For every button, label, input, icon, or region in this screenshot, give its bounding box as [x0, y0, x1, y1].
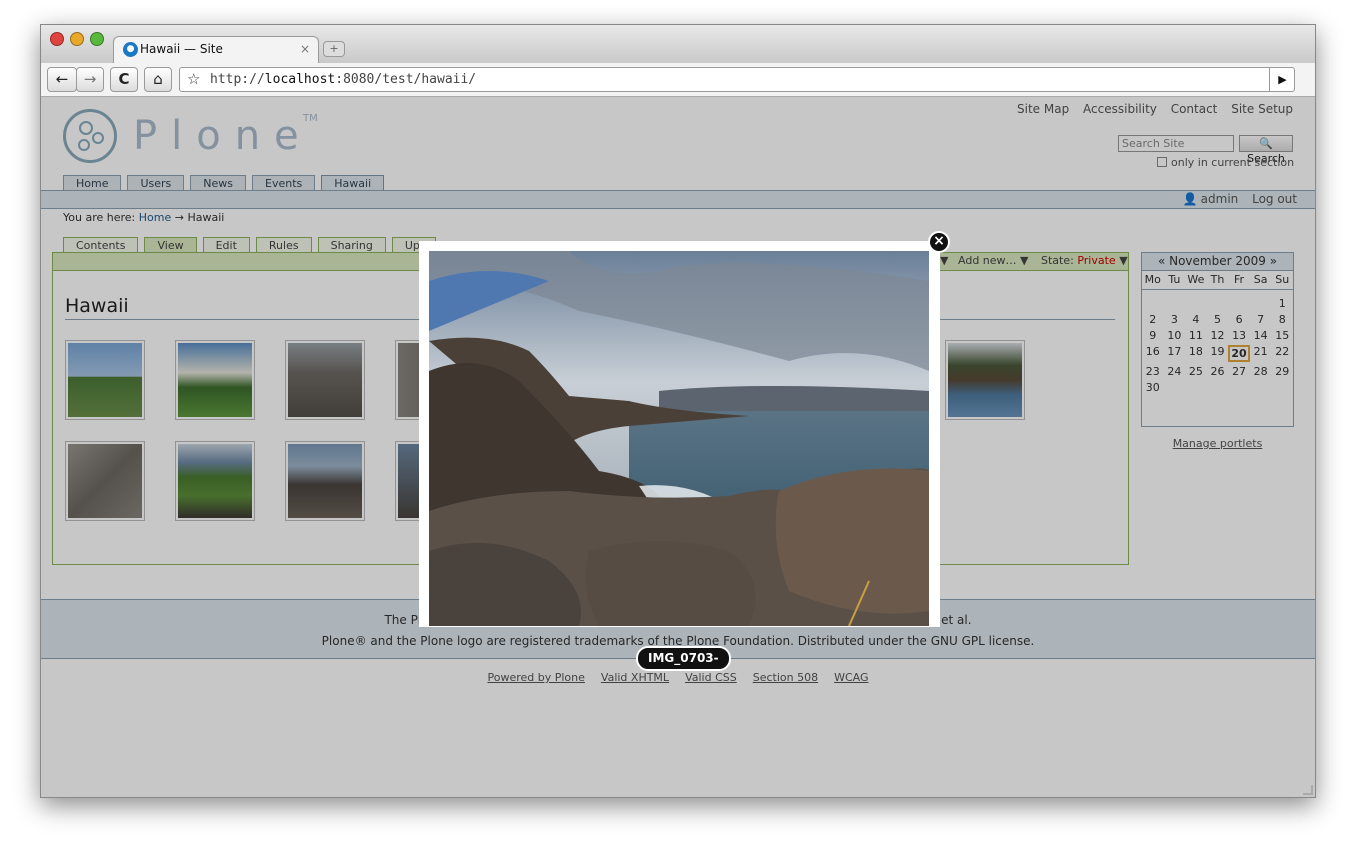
zoom-window-button[interactable] [90, 32, 104, 46]
minimize-window-button[interactable] [70, 32, 84, 46]
bookmark-star-icon[interactable]: ☆ [187, 68, 200, 91]
lightbox-frame [419, 241, 940, 627]
resize-grip-icon[interactable] [1303, 785, 1313, 795]
url-path: :8080/test/hawaii/ [335, 72, 477, 87]
home-button[interactable]: ⌂ [144, 67, 172, 92]
page-content: Site Map Accessibility Contact Site Setu… [41, 97, 1315, 797]
plone-favicon-icon: ● [123, 42, 138, 57]
lightbox-image [429, 251, 929, 626]
tab-title: Hawaii — Site [140, 42, 223, 56]
new-tab-button[interactable]: + [323, 41, 345, 57]
forward-button[interactable]: → [76, 67, 104, 92]
browser-tab[interactable]: ● Hawaii — Site × [113, 36, 319, 63]
lightbox-caption: IMG_0703- [636, 646, 731, 671]
close-window-button[interactable] [50, 32, 64, 46]
tab-close-icon[interactable]: × [300, 37, 310, 61]
back-button[interactable]: ← [47, 67, 77, 92]
go-icon[interactable]: ▶ [1269, 67, 1295, 92]
browser-window: ● Hawaii — Site × + ← → C ⌂ ☆ http://loc… [40, 24, 1316, 798]
lightbox-close-button[interactable]: × [928, 231, 950, 253]
url-scheme: http:// [210, 72, 265, 87]
address-bar[interactable]: ☆ http://localhost:8080/test/hawaii/ ▶ [179, 67, 1295, 92]
reload-button[interactable]: C [110, 67, 138, 92]
title-bar: ● Hawaii — Site × + [41, 25, 1315, 63]
browser-toolbar: ← → C ⌂ ☆ http://localhost:8080/test/haw… [41, 63, 1315, 97]
url-host: localhost [264, 72, 336, 87]
